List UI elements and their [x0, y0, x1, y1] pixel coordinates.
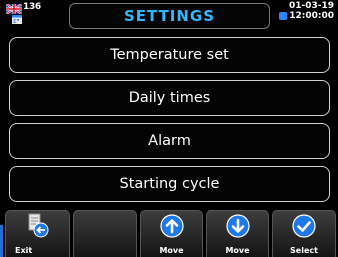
exit-icon — [28, 213, 48, 238]
select-label: Select — [290, 246, 318, 255]
arrow-down-icon — [225, 214, 250, 238]
menu-item-starting-cycle[interactable]: Starting cycle — [9, 166, 330, 202]
bottom-toolbar: Exit Move Move Select — [0, 207, 338, 257]
time-display: 12:00:00 — [279, 11, 334, 21]
menu-item-temperature-set[interactable]: Temperature set — [9, 37, 330, 73]
exit-button[interactable]: Exit — [5, 210, 70, 257]
move-up-button[interactable]: Move — [140, 210, 203, 257]
empty-button[interactable] — [73, 210, 137, 257]
language-code: 136 — [23, 2, 41, 12]
move-down-button[interactable]: Move — [206, 210, 269, 257]
uk-flag-icon — [6, 4, 22, 14]
check-icon — [292, 214, 316, 238]
exit-label: Exit — [15, 246, 33, 255]
calendar-icon — [12, 15, 22, 24]
date-display: 01-03-19 — [288, 1, 334, 11]
menu-item-alarm[interactable]: Alarm — [9, 123, 330, 159]
arrow-up-icon — [159, 214, 184, 238]
clock-icon — [279, 12, 288, 20]
scroll-indicator — [0, 225, 3, 257]
time-text: 12:00:00 — [289, 11, 334, 21]
menu-item-daily-times[interactable]: Daily times — [9, 80, 330, 116]
move-up-label: Move — [159, 246, 184, 255]
select-button[interactable]: Select — [272, 210, 336, 257]
move-down-label: Move — [225, 246, 250, 255]
page-title: SETTINGS — [69, 3, 270, 29]
